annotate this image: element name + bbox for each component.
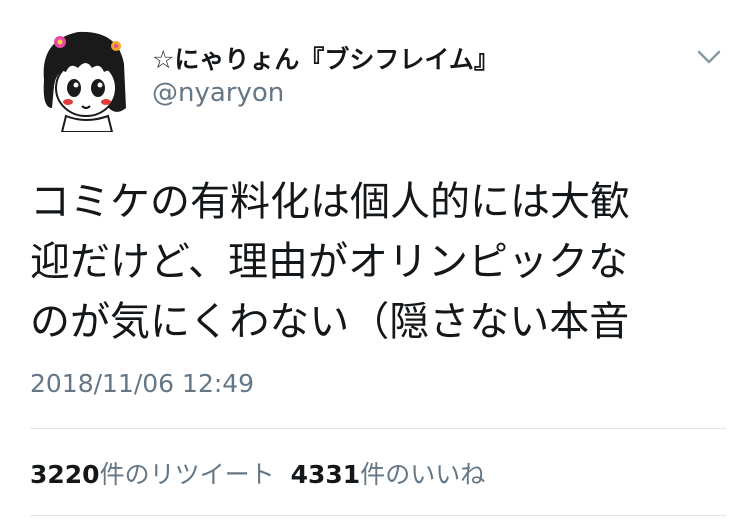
- user-handle[interactable]: @nyaryon: [152, 78, 284, 108]
- retweets-label: 件のリツイート: [99, 460, 275, 489]
- tweet-text-line: コミケの有料化は個人的には大歓: [30, 179, 630, 225]
- tweet-stats: 3220件のリツイート 4331件のいいね: [30, 455, 485, 491]
- divider: [30, 515, 726, 516]
- likes-label: 件のいいね: [360, 460, 486, 489]
- tweet-text: コミケの有料化は個人的には大歓 迎だけど、理由がオリンピックな のが気にくわない…: [30, 172, 730, 352]
- chevron-down-icon[interactable]: [693, 44, 725, 68]
- likes-count: 4331: [290, 460, 361, 489]
- tweet-text-line: のが気にくわない（隠さない本音: [30, 299, 630, 345]
- retweets-count: 3220: [30, 460, 100, 489]
- anime-girl-avatar-icon: [43, 31, 126, 133]
- tweet-text-line: 迎だけど、理由がオリンピックな: [30, 239, 628, 285]
- tweet-timestamp[interactable]: 2018/11/06 12:49: [30, 369, 254, 398]
- retweets-link[interactable]: 3220件のリツイート: [30, 460, 275, 489]
- display-name[interactable]: ☆にゃりょん『ブシフレイム』: [152, 40, 499, 76]
- divider: [30, 428, 726, 429]
- avatar[interactable]: [30, 22, 140, 133]
- likes-link[interactable]: 4331件のいいね: [291, 460, 486, 489]
